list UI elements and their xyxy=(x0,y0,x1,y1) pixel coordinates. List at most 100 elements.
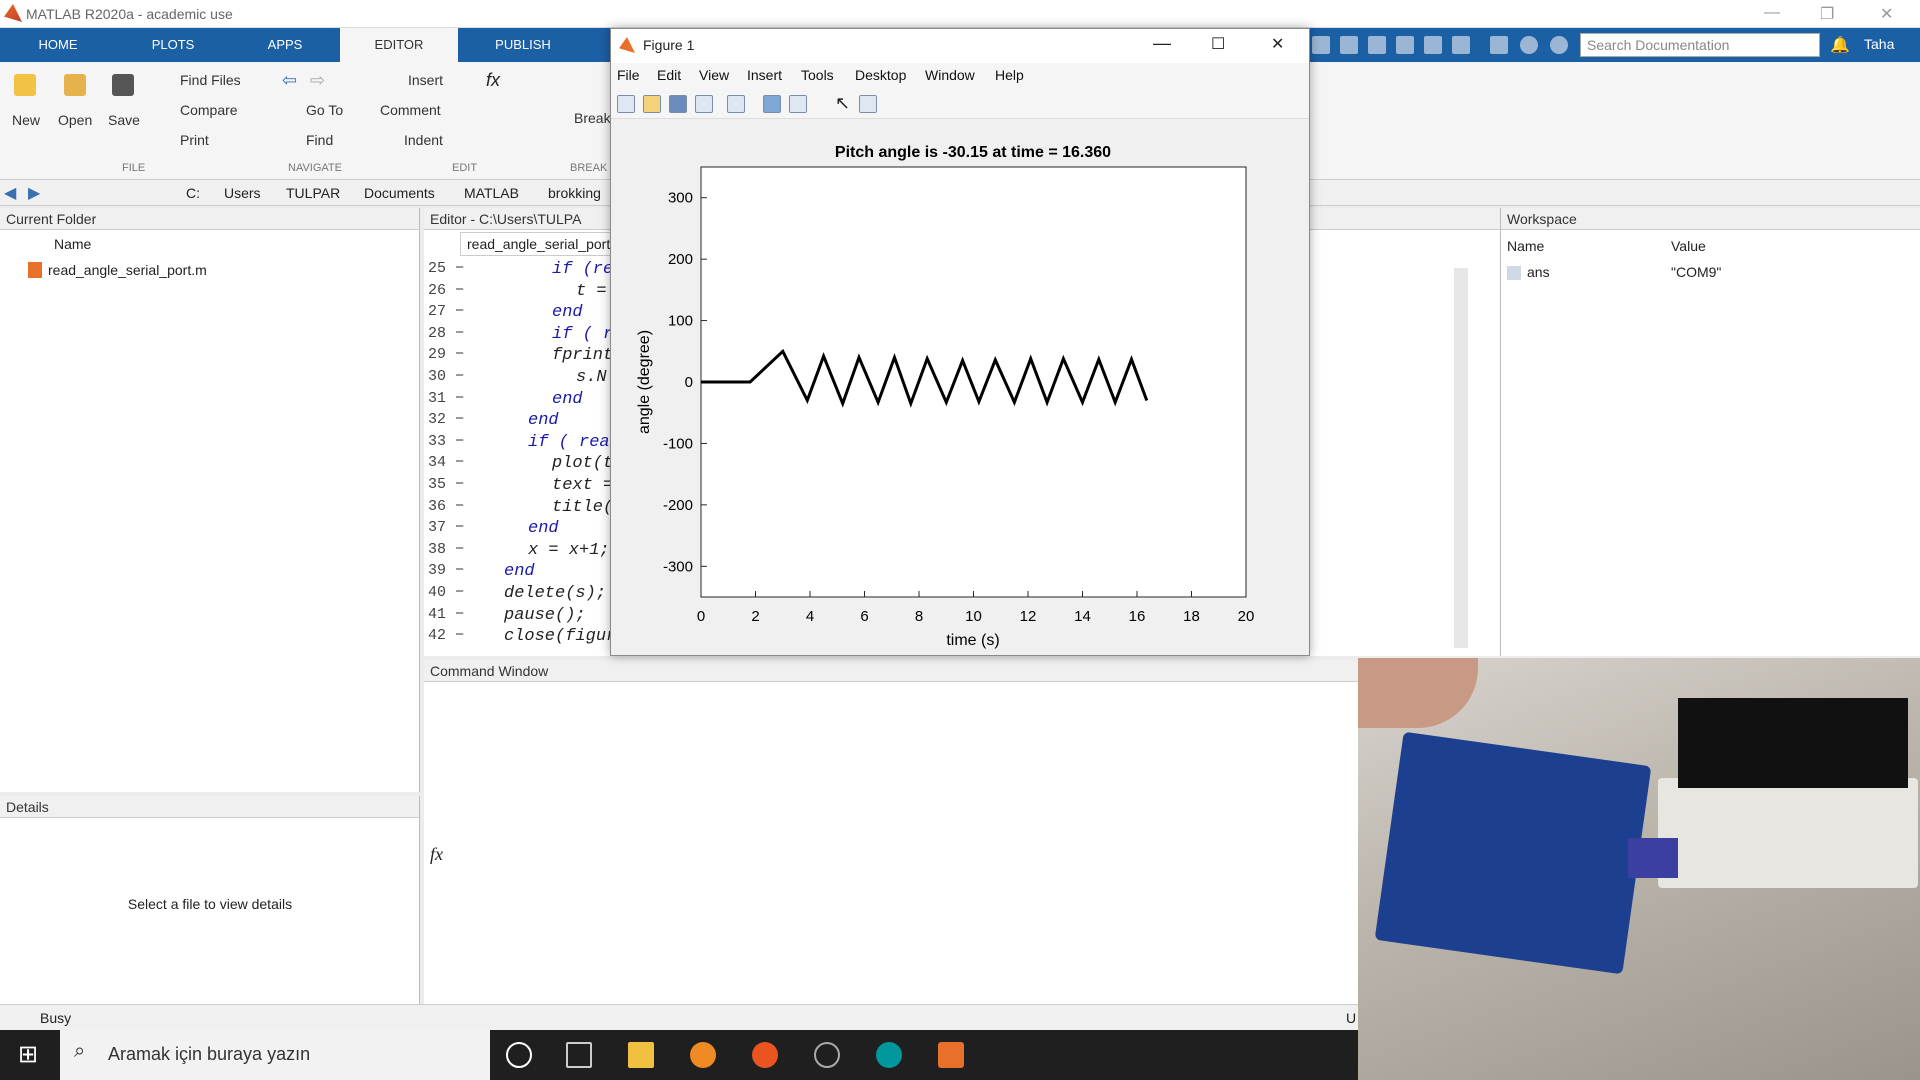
breadcrumb-users[interactable]: Users xyxy=(224,185,261,201)
tab-editor[interactable]: EDITOR xyxy=(340,28,458,62)
arduino-icon[interactable] xyxy=(876,1042,902,1068)
tab-home[interactable]: HOME xyxy=(0,28,116,62)
close-icon[interactable]: ✕ xyxy=(1880,4,1893,24)
colorbar-icon[interactable] xyxy=(763,95,781,113)
windows-start-icon[interactable]: ⊞ xyxy=(18,1040,38,1069)
print-figure-icon[interactable] xyxy=(695,95,713,113)
back-icon[interactable]: ◀ xyxy=(4,183,16,203)
save-figure-icon[interactable] xyxy=(669,95,687,113)
breakpoints-button[interactable]: Break xyxy=(574,110,611,126)
function-icon[interactable]: fx xyxy=(486,70,500,91)
code-line[interactable]: 41 − pause(); xyxy=(424,606,624,628)
tab-apps[interactable]: APPS xyxy=(230,28,340,62)
help-icon[interactable] xyxy=(1520,36,1538,54)
find-button[interactable]: Find xyxy=(306,132,333,148)
back-arrow-icon[interactable]: ⇦ xyxy=(282,70,297,91)
ws-var-value[interactable]: "COM9" xyxy=(1671,264,1721,280)
compare-button[interactable]: Compare xyxy=(180,102,238,118)
menu-desktop[interactable]: Desktop xyxy=(855,67,906,83)
editor-scrollbar[interactable] xyxy=(1454,268,1468,648)
code-line[interactable]: 26 − t = xyxy=(424,282,624,304)
menu-window[interactable]: Window xyxy=(925,67,975,83)
menu-file[interactable]: File xyxy=(617,67,640,83)
property-editor-icon[interactable] xyxy=(859,95,877,113)
code-line[interactable]: 25 − if (rea xyxy=(424,260,624,282)
bell-icon[interactable]: 🔔 xyxy=(1830,35,1850,55)
ws-value-header[interactable]: Value xyxy=(1671,238,1706,254)
code-line[interactable]: 32 − end xyxy=(424,411,624,433)
file-list-item[interactable]: read_angle_serial_port.m xyxy=(48,262,207,278)
code-line[interactable]: 30 − s.N xyxy=(424,368,624,390)
undo-icon[interactable] xyxy=(1424,36,1442,54)
insert-button[interactable]: Insert xyxy=(408,72,443,88)
code-line[interactable]: 29 − fprintf xyxy=(424,346,624,368)
new-figure-icon[interactable] xyxy=(617,95,635,113)
breadcrumb-drive[interactable]: C: xyxy=(186,185,200,201)
editor-tab[interactable]: read_angle_serial_port xyxy=(460,232,618,256)
code-line[interactable]: 39 − end xyxy=(424,562,624,584)
tab-plots[interactable]: PLOTS xyxy=(116,28,230,62)
menu-view[interactable]: View xyxy=(699,67,729,83)
ws-var-name[interactable]: ans xyxy=(1527,264,1550,280)
menu-tools[interactable]: Tools xyxy=(801,67,834,83)
link-plot-icon[interactable] xyxy=(727,95,745,113)
figure-canvas[interactable]: Pitch angle is -30.15 at time = 16.360 t… xyxy=(611,119,1309,655)
file-explorer-icon[interactable] xyxy=(628,1042,654,1068)
search-icon[interactable]: ⌕ xyxy=(1800,35,1809,53)
minimize-icon[interactable]: — xyxy=(1764,4,1780,22)
pointer-icon[interactable]: ↖ xyxy=(835,93,850,114)
save-icon[interactable] xyxy=(1312,36,1330,54)
open-button[interactable]: Open xyxy=(58,112,92,128)
code-line[interactable]: 27 − end xyxy=(424,303,624,325)
user-menu[interactable]: Taha xyxy=(1864,36,1894,52)
restore-icon[interactable]: ❐ xyxy=(1820,4,1834,24)
matlab-taskbar-icon[interactable] xyxy=(938,1042,964,1068)
figure-maximize-icon[interactable]: ☐ xyxy=(1211,34,1225,54)
legend-icon[interactable] xyxy=(789,95,807,113)
task-view-icon[interactable] xyxy=(566,1042,592,1068)
forward-icon[interactable]: ▶ xyxy=(28,183,40,203)
breadcrumb-documents[interactable]: Documents xyxy=(364,185,435,201)
figure-close-icon[interactable]: ✕ xyxy=(1271,34,1284,54)
comment-button[interactable]: Comment xyxy=(380,102,441,118)
code-line[interactable]: 35 − text = xyxy=(424,476,624,498)
code-line[interactable]: 34 − plot(t, xyxy=(424,454,624,476)
menu-edit[interactable]: Edit xyxy=(657,67,681,83)
code-line[interactable]: 31 − end xyxy=(424,390,624,412)
code-line[interactable]: 28 − if ( rea xyxy=(424,325,634,347)
search-documentation-input[interactable]: Search Documentation xyxy=(1580,33,1820,57)
ubuntu-icon[interactable] xyxy=(752,1042,778,1068)
cut-icon[interactable] xyxy=(1340,36,1358,54)
go-to-button[interactable]: Go To xyxy=(306,102,343,118)
ws-name-header[interactable]: Name xyxy=(1507,238,1544,254)
breadcrumb-brokking[interactable]: brokking xyxy=(548,185,601,201)
code-line[interactable]: 42 − close(figure xyxy=(424,627,626,649)
indent-button[interactable]: Indent xyxy=(404,132,443,148)
pitch-angle-chart[interactable]: Pitch angle is -30.15 at time = 16.360 t… xyxy=(611,119,1309,655)
code-line[interactable]: 33 − if ( realTi xyxy=(424,433,640,455)
code-line[interactable]: 40 − delete(s); xyxy=(424,584,624,606)
save-button[interactable]: Save xyxy=(108,112,140,128)
community-icon[interactable] xyxy=(1550,36,1568,54)
open-file-icon[interactable] xyxy=(643,95,661,113)
cortana-icon[interactable] xyxy=(506,1042,532,1068)
firefox-icon[interactable] xyxy=(690,1042,716,1068)
code-line[interactable]: 36 − title(te xyxy=(424,498,634,520)
app-icon[interactable] xyxy=(814,1042,840,1068)
breadcrumb-user[interactable]: TULPAR xyxy=(286,185,340,201)
new-button[interactable]: New xyxy=(12,112,40,128)
redo-icon[interactable] xyxy=(1452,36,1470,54)
tab-publish[interactable]: PUBLISH xyxy=(458,28,588,62)
code-line[interactable]: 38 − x = x+1; xyxy=(424,541,624,563)
command-window-panel[interactable]: Command Window fx xyxy=(424,660,1500,1004)
paste-icon[interactable] xyxy=(1396,36,1414,54)
name-column-header[interactable]: Name xyxy=(54,236,91,252)
menu-insert[interactable]: Insert xyxy=(747,67,782,83)
taskbar-search[interactable]: ⌕ Aramak için buraya yazın xyxy=(60,1030,490,1080)
copy-icon[interactable] xyxy=(1368,36,1386,54)
code-line[interactable]: 37 − end xyxy=(424,519,624,541)
forward-arrow-icon[interactable]: ⇨ xyxy=(310,70,325,91)
breadcrumb-matlab[interactable]: MATLAB xyxy=(464,185,519,201)
figure-minimize-icon[interactable]: — xyxy=(1153,33,1171,54)
switch-windows-icon[interactable] xyxy=(1490,36,1508,54)
